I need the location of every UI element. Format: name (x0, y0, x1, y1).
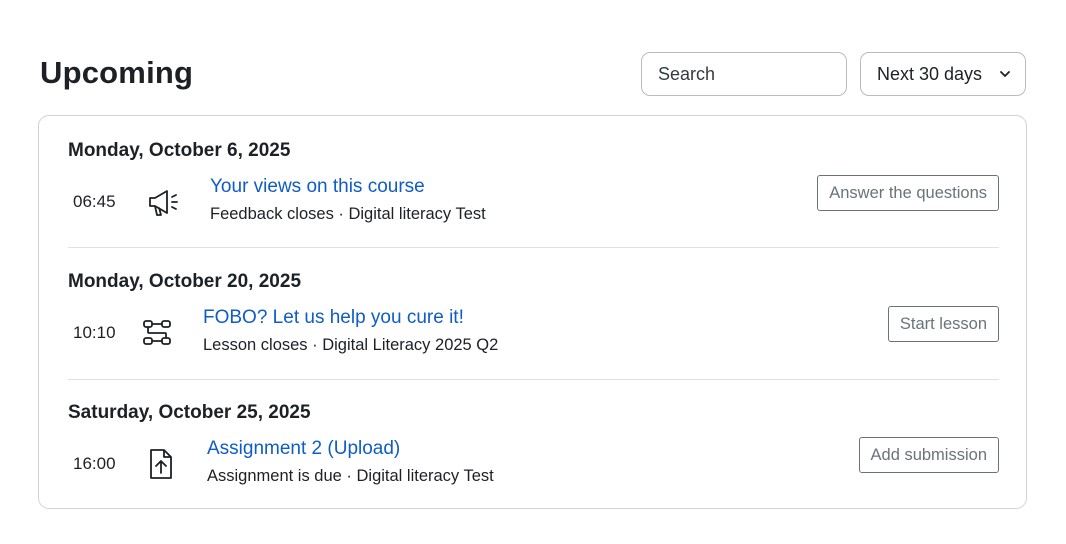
search-input[interactable] (641, 52, 847, 96)
events-card: Monday, October 6, 2025 06:45 Your views… (38, 115, 1027, 509)
event-name-link[interactable]: Your views on this course (210, 176, 425, 198)
lesson-icon (143, 320, 171, 345)
event-meta: Feedback closes · Digital literacy Test (210, 205, 486, 223)
event-name-link[interactable]: Assignment 2 (Upload) (207, 438, 400, 460)
date-range-value: Next 30 days (877, 63, 983, 84)
divider (68, 247, 999, 248)
start-lesson-button[interactable]: Start lesson (887, 306, 999, 342)
event-name-link[interactable]: FOBO? Let us help you cure it! (203, 307, 464, 329)
megaphone-icon (149, 190, 178, 216)
date-range-select[interactable]: Next 30 days (860, 52, 1026, 96)
event-date: Monday, October 6, 2025 (68, 140, 291, 161)
page-title: Upcoming (40, 55, 194, 90)
event-time: 16:00 (73, 454, 116, 473)
event-day: Saturday, October 25, 2025 16:00 Assignm… (68, 402, 999, 498)
chevron-down-icon (1000, 71, 1010, 77)
add-submission-button[interactable]: Add submission (858, 437, 999, 473)
answer-questions-button[interactable]: Answer the questions (817, 175, 999, 211)
upcoming-page: Upcoming Next 30 days Monday, October 6,… (0, 0, 1066, 544)
upload-file-icon (150, 449, 172, 479)
divider (68, 379, 999, 380)
event-day: Monday, October 20, 2025 10:10 FOBO? Let… (68, 271, 999, 367)
event-day: Monday, October 6, 2025 06:45 Your views… (68, 140, 999, 236)
event-date: Saturday, October 25, 2025 (68, 402, 311, 423)
event-date: Monday, October 20, 2025 (68, 271, 302, 292)
event-meta: Lesson closes · Digital Literacy 2025 Q2 (203, 336, 499, 354)
event-time: 10:10 (73, 323, 116, 342)
event-time: 06:45 (73, 192, 116, 211)
event-meta: Assignment is due · Digital literacy Tes… (207, 467, 494, 485)
